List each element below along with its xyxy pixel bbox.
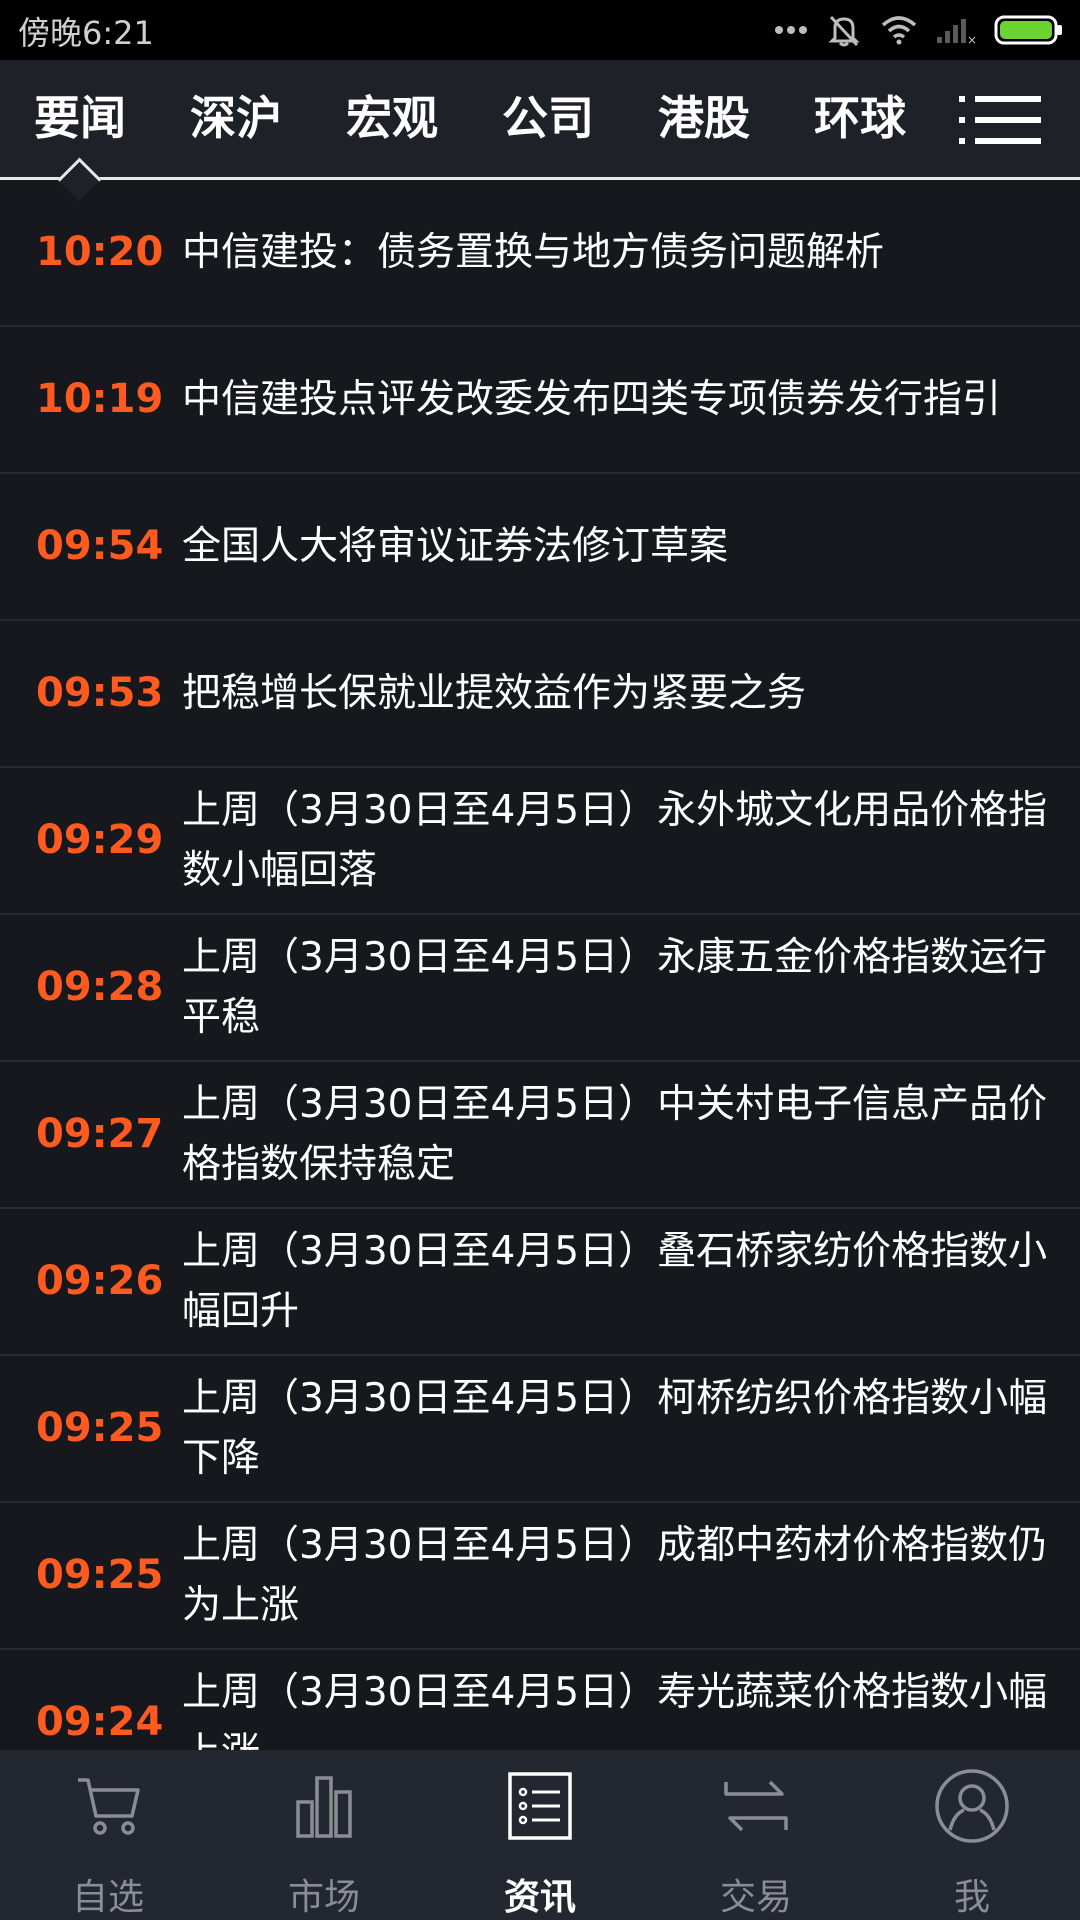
tab-global[interactable]: 环球 (790, 60, 930, 177)
news-item[interactable]: 09:28 上周（3月30日至4月5日）永康五金价格指数运行平稳 (0, 915, 1080, 1062)
nav-label: 市场 (287, 1877, 360, 1918)
news-title: 中信建投点评发改委发布四类专项债券发行指引 (182, 376, 1002, 422)
news-time: 09:24 (36, 1699, 164, 1745)
news-title: 把稳增长保就业提效益作为紧要之务 (182, 670, 807, 716)
news-item[interactable]: 09:29 上周（3月30日至4月5日）永外城文化用品价格指数小幅回落 (0, 768, 1080, 915)
more-dots-icon (774, 24, 808, 36)
tab-shenhu[interactable]: 深沪 (166, 60, 306, 177)
news-time: 09:26 (36, 1258, 164, 1304)
news-time: 09:28 (36, 964, 164, 1010)
nav-label: 资讯 (503, 1877, 576, 1918)
news-time: 09:25 (36, 1405, 164, 1451)
status-time: 傍晚6:21 (18, 14, 154, 52)
news-time: 09:54 (36, 523, 164, 569)
news-title: 全国人大将审议证券法修订草案 (182, 523, 729, 569)
nav-market[interactable]: 市场 (216, 1750, 432, 1920)
news-title: 上周（3月30日至4月5日）永外城文化用品价格指数小幅回落 (182, 787, 1048, 893)
news-item[interactable]: 09:25 上周（3月30日至4月5日）成都中药材价格指数仍为上涨 (0, 1503, 1080, 1650)
news-title: 上周（3月30日至4月5日）中关村电子信息产品价格指数保持稳定 (182, 1081, 1048, 1187)
news-item[interactable]: 09:25 上周（3月30日至4月5日）柯桥纺织价格指数小幅下降 (0, 1356, 1080, 1503)
news-title: 上周（3月30日至4月5日）寿光蔬菜价格指数小幅上涨 (182, 1669, 1048, 1751)
menu-icon (955, 96, 1045, 154)
mute-icon (826, 12, 862, 48)
news-app: 傍晚6:21 × 要闻 深沪 宏观 公司 港股 环球 10:20 中信建投：债务… (0, 0, 1080, 1920)
nav-me[interactable]: 我 (864, 1750, 1080, 1920)
news-item[interactable]: 10:20 中信建投：债务置换与地方债务问题解析 (0, 180, 1080, 327)
news-item[interactable]: 09:53 把稳增长保就业提效益作为紧要之务 (0, 621, 1080, 768)
news-time: 10:19 (36, 376, 164, 422)
news-item[interactable]: 09:54 全国人大将审议证券法修订草案 (0, 474, 1080, 621)
news-item[interactable]: 09:24 上周（3月30日至4月5日）寿光蔬菜价格指数小幅上涨 (0, 1650, 1080, 1751)
news-item[interactable]: 09:26 上周（3月30日至4月5日）叠石桥家纺价格指数小幅回升 (0, 1209, 1080, 1356)
status-bar: 傍晚6:21 × (0, 0, 1080, 60)
category-tab-bar: 要闻 深沪 宏观 公司 港股 环球 (0, 60, 1080, 202)
nav-label: 交易 (719, 1877, 792, 1918)
news-item[interactable]: 09:27 上周（3月30日至4月5日）中关村电子信息产品价格指数保持稳定 (0, 1062, 1080, 1209)
tab-macro[interactable]: 宏观 (322, 60, 462, 177)
nav-label: 我 (953, 1877, 990, 1918)
news-title: 上周（3月30日至4月5日）柯桥纺织价格指数小幅下降 (182, 1375, 1048, 1481)
menu-button[interactable] (955, 90, 1045, 150)
tab-hk-stocks[interactable]: 港股 (634, 60, 774, 177)
svg-text:×: × (967, 33, 976, 45)
nav-trade[interactable]: 交易 (648, 1750, 864, 1920)
news-title: 上周（3月30日至4月5日）成都中药材价格指数仍为上涨 (182, 1522, 1048, 1628)
news-title: 上周（3月30日至4月5日）永康五金价格指数运行平稳 (182, 934, 1048, 1040)
nav-watchlist[interactable]: 自选 (0, 1750, 216, 1920)
nav-label: 自选 (71, 1877, 144, 1918)
news-time: 10:20 (36, 229, 164, 275)
news-title: 中信建投：债务置换与地方债务问题解析 (182, 229, 885, 275)
battery-icon (994, 14, 1064, 46)
news-time: 09:29 (36, 817, 164, 863)
wifi-icon (880, 15, 918, 45)
news-item[interactable]: 10:19 中信建投点评发改委发布四类专项债券发行指引 (0, 327, 1080, 474)
news-time: 09:25 (36, 1552, 164, 1598)
bottom-nav: 自选 市场 资讯 交易 我 (0, 1750, 1080, 1920)
tab-company[interactable]: 公司 (478, 60, 618, 177)
signal-icon: × (936, 15, 976, 45)
news-time: 09:27 (36, 1111, 164, 1157)
news-time: 09:53 (36, 670, 164, 716)
status-icons: × (774, 10, 1064, 50)
nav-news[interactable]: 资讯 (432, 1750, 648, 1920)
news-title: 上周（3月30日至4月5日）叠石桥家纺价格指数小幅回升 (182, 1228, 1048, 1334)
news-list: 10:20 中信建投：债务置换与地方债务问题解析 10:19 中信建投点评发改委… (0, 180, 1080, 1750)
